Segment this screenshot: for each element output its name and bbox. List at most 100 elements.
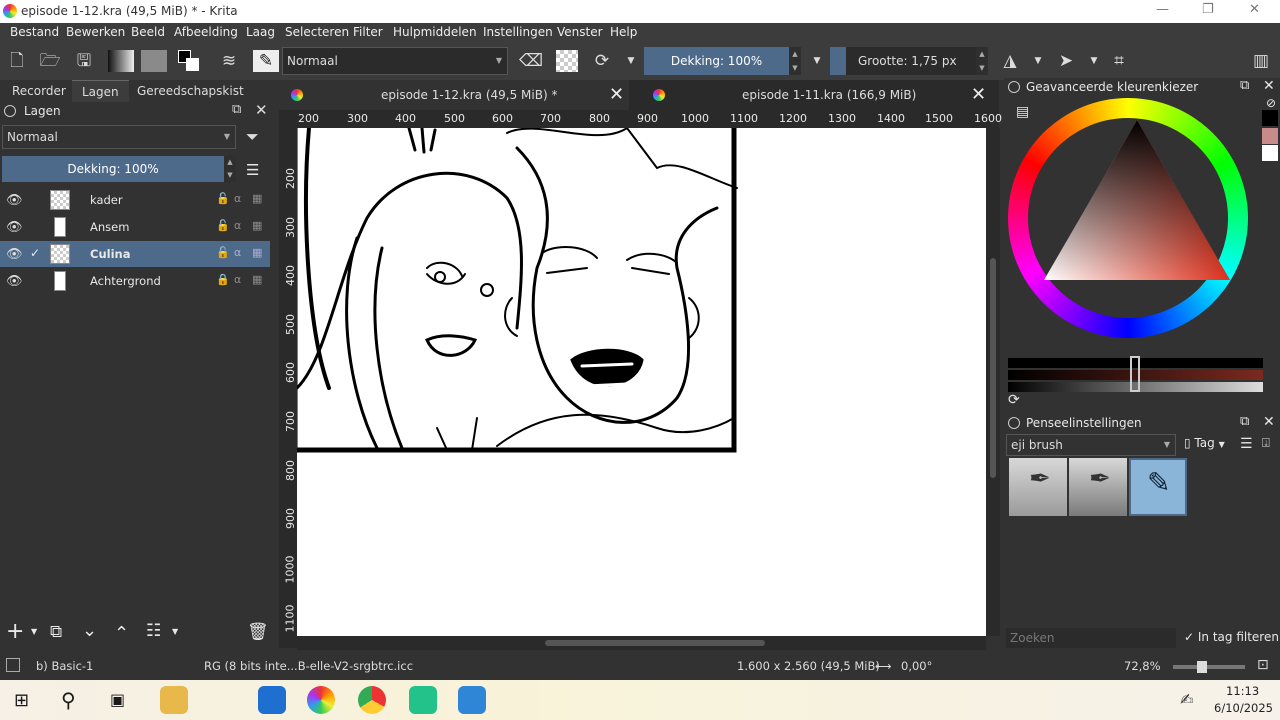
mirror-h-dropdown-icon[interactable]: ▼ (1027, 50, 1049, 72)
inherit-alpha-icon[interactable]: ▦ (252, 192, 262, 205)
recent-color-swatch[interactable] (1262, 128, 1278, 144)
tab-document-inactive[interactable]: episode 1-11.kra (166,9 MiB) ✕ (641, 80, 999, 110)
tab-gereedschapskist[interactable]: Gereedschapskist (127, 80, 254, 102)
lock-icon[interactable]: 🔓 (216, 246, 230, 259)
brush-tag-select[interactable]: eji brush ▼ (1006, 434, 1176, 456)
color-settings-icon[interactable]: ▤ (1016, 104, 1029, 120)
visibility-eye-icon[interactable]: 👁 (6, 193, 23, 208)
visibility-eye-icon[interactable]: 👁 (6, 274, 23, 289)
reload-icon[interactable]: ⟳ (591, 50, 613, 72)
layer-blend-mode-select[interactable]: Normaal ▼ (2, 125, 236, 149)
brush-search-input[interactable]: Zoeken (1006, 628, 1176, 648)
zoom-slider[interactable] (1173, 665, 1245, 669)
chrome-icon[interactable] (358, 686, 386, 714)
fg-color-swatch[interactable] (1262, 110, 1278, 126)
menu-laag[interactable]: Laag (246, 25, 275, 39)
task-view-icon[interactable]: ▣ (110, 690, 125, 709)
opacity-spinner[interactable]: ▲ ▼ (789, 47, 801, 75)
opacity-dropdown-icon[interactable]: ▼ (806, 50, 828, 72)
tab-lagen[interactable]: Lagen (72, 80, 129, 102)
close-docker-icon[interactable]: ✕ (1263, 78, 1275, 94)
drawing-canvas[interactable] (292, 121, 986, 636)
lock-icon[interactable]: 🔓 (216, 192, 230, 205)
view-menu-icon[interactable]: ☰ (1240, 436, 1253, 452)
reset-color-icon[interactable]: ⊘ (1266, 96, 1276, 110)
alpha-icon[interactable]: α (234, 192, 241, 205)
opacity-slider[interactable]: Dekking: 100% (644, 47, 789, 75)
menu-venster[interactable]: Venster (557, 25, 603, 39)
slider-handle[interactable] (1130, 356, 1140, 392)
scroll-thumb[interactable] (545, 640, 765, 646)
lock-icon[interactable]: 🔒 (216, 273, 230, 286)
photos-icon[interactable] (458, 686, 486, 714)
menu-beeld[interactable]: Beeld (131, 25, 165, 39)
layer-row-kader[interactable]: 👁 kader 🔓 α ▦ (0, 187, 270, 213)
mirror-vertical-icon[interactable]: ➤ (1055, 50, 1077, 72)
search-icon[interactable]: ⚲ (61, 688, 76, 712)
filter-icon[interactable]: ⏷ (246, 127, 259, 147)
menu-afbeelding[interactable]: Afbeelding (174, 25, 238, 39)
brush-preset-icon[interactable]: ✎ (253, 50, 279, 72)
zoom-menu-icon[interactable]: ⊡ (1257, 657, 1269, 673)
app-icon[interactable] (409, 686, 437, 714)
pattern-icon[interactable] (141, 50, 167, 72)
layer-opacity-spinner[interactable]: ▲ ▼ (224, 156, 236, 182)
filter-in-tag-checkbox[interactable]: ✓ In tag filteren (1184, 630, 1279, 644)
lock-docker-icon[interactable] (1008, 417, 1020, 429)
scroll-thumb[interactable] (990, 258, 996, 478)
visibility-eye-icon[interactable]: 👁 (6, 247, 23, 262)
tab-document-active[interactable]: episode 1-12.kra (49,5 MiB) * ✕ (279, 80, 629, 110)
close-window-button[interactable]: ✕ (1249, 2, 1260, 17)
float-docker-icon[interactable]: ⧉ (1240, 414, 1249, 429)
horizontal-scrollbar[interactable] (297, 636, 986, 650)
gradient-icon[interactable] (108, 50, 134, 72)
menu-help[interactable]: Help (610, 25, 637, 39)
tag-button[interactable]: ▯ Tag ▼ (1184, 436, 1225, 450)
properties-dropdown-icon[interactable]: ▼ (172, 627, 178, 636)
rotation-icon[interactable]: ⟷ (875, 659, 892, 673)
open-document-icon[interactable]: 🗁 (39, 50, 61, 72)
vertical-scrollbar[interactable] (986, 128, 1000, 636)
close-docker-icon[interactable]: ✕ (255, 101, 268, 119)
windows-start-icon[interactable]: ⊞ (14, 690, 29, 711)
inherit-alpha-icon[interactable]: ▦ (252, 219, 262, 232)
refresh-icon[interactable]: ⟳ (1008, 392, 1020, 408)
krita-taskbar-icon[interactable] (307, 686, 335, 714)
minimize-button[interactable]: — (1156, 2, 1169, 17)
inherit-alpha-icon[interactable]: ▦ (252, 273, 262, 286)
brush-settings-icon[interactable]: ≋ (218, 50, 240, 72)
pen-icon[interactable]: ✍ (1180, 690, 1193, 709)
import-icon[interactable]: ⍗ (1262, 436, 1270, 451)
workspace-icon[interactable]: ▥ (1250, 50, 1272, 72)
layer-properties-icon[interactable]: ☷ (146, 621, 161, 641)
size-slider[interactable]: Grootte: 1,75 px (830, 47, 976, 75)
outlook-icon[interactable] (258, 686, 286, 714)
reload-dropdown-icon[interactable]: ▼ (620, 50, 642, 72)
float-docker-icon[interactable]: ⧉ (1240, 78, 1249, 93)
alpha-icon[interactable]: α (234, 219, 241, 232)
file-explorer-icon[interactable] (160, 686, 188, 714)
tab-recorder[interactable]: Recorder (2, 80, 76, 102)
mirror-v-dropdown-icon[interactable]: ▼ (1083, 50, 1105, 72)
zoom-slider-handle[interactable] (1197, 661, 1207, 673)
alpha-icon[interactable]: α (234, 246, 241, 259)
lock-docker-icon[interactable] (4, 105, 16, 117)
lock-docker-icon[interactable] (1008, 81, 1020, 93)
menu-bestand[interactable]: Bestand (10, 25, 59, 39)
new-document-icon[interactable]: 🗋 (6, 50, 28, 72)
lock-icon[interactable]: 🔓 (216, 219, 230, 232)
close-tab-icon[interactable]: ✕ (609, 80, 624, 110)
alpha-icon[interactable]: α (234, 273, 241, 286)
add-layer-icon[interactable]: + (6, 621, 24, 643)
wrap-around-icon[interactable]: ⌗ (1108, 50, 1130, 72)
layer-row-ansem[interactable]: 👁 Ansem 🔓 α ▦ (0, 214, 270, 240)
add-layer-dropdown-icon[interactable]: ▼ (31, 627, 37, 636)
delete-layer-icon[interactable]: 🗑 (247, 622, 269, 642)
restore-button[interactable]: ❐ (1202, 2, 1214, 17)
brush-preset-ink-pen[interactable]: ✒ (1009, 458, 1067, 516)
menu-bewerken[interactable]: Bewerken (66, 25, 125, 39)
mirror-horizontal-icon[interactable]: ◮ (999, 50, 1021, 72)
color-swatch-icon[interactable] (178, 50, 200, 72)
menu-filter[interactable]: Filter (353, 25, 383, 39)
brush-preset-selected[interactable]: ✎ (1129, 458, 1187, 516)
